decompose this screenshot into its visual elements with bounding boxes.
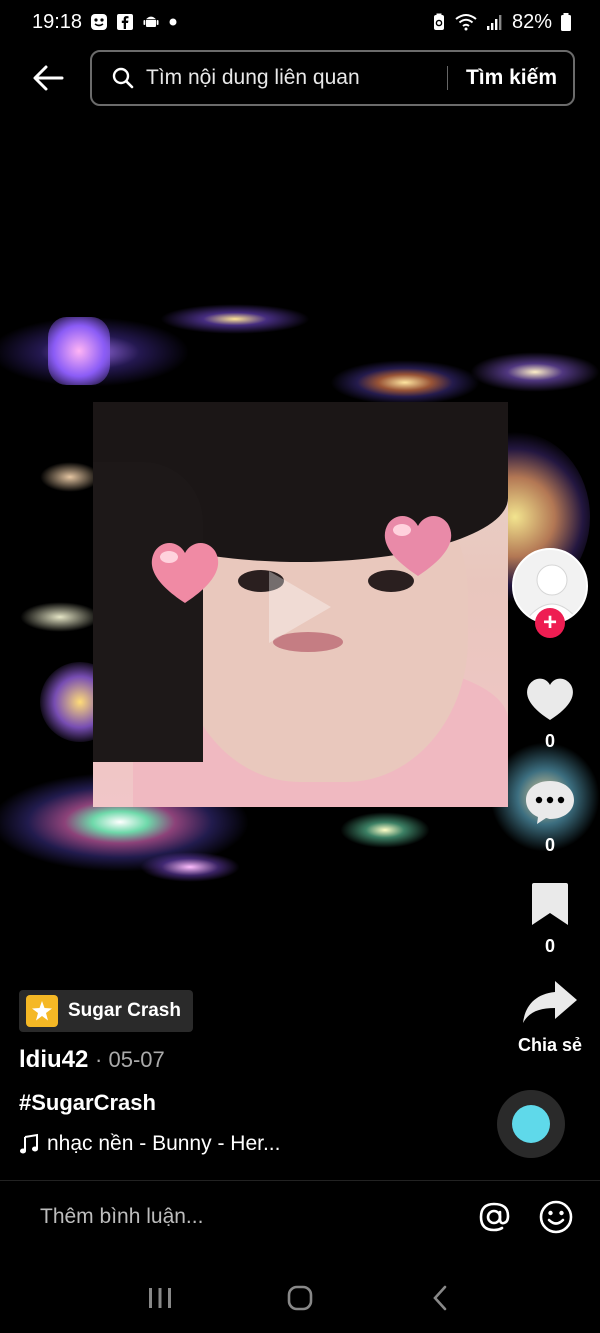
- sparkle-decoration: [20, 602, 100, 632]
- sparkle-decoration: [340, 812, 430, 848]
- music-title: nhạc nền - Bunny - Her...: [47, 1132, 281, 1155]
- heart-sticker-icon: [384, 515, 452, 576]
- author-line: ldiu42 · 05-07: [19, 1046, 165, 1074]
- follow-button[interactable]: +: [535, 608, 565, 638]
- effect-tag[interactable]: Sugar Crash: [19, 990, 193, 1032]
- comment-count: 0: [544, 835, 555, 855]
- sparkle-decoration: [40, 462, 100, 492]
- smiley-icon: [539, 1200, 573, 1233]
- comment-input[interactable]: Thêm bình luận...: [40, 1205, 452, 1229]
- facebook-icon: [116, 13, 134, 31]
- system-nav-bar: [0, 1262, 600, 1333]
- music-link[interactable]: nhạc nền - Bunny - Her...: [19, 1132, 280, 1156]
- heart-sticker-icon: [151, 542, 219, 603]
- effect-name: Sugar Crash: [68, 1000, 181, 1021]
- effect-logo-icon: [26, 995, 58, 1027]
- sparkle-decoration: [330, 360, 480, 405]
- search-input[interactable]: Tìm nội dung liên quan: [146, 66, 429, 90]
- share-arrow-icon: [523, 981, 577, 1023]
- chevron-left-icon: [433, 1285, 447, 1310]
- comment-bar: Thêm bình luận...: [0, 1180, 600, 1252]
- sparkle-decoration: [470, 352, 600, 392]
- author-username[interactable]: ldiu42: [19, 1046, 88, 1073]
- back-nav-button[interactable]: [420, 1278, 460, 1318]
- search-icon: [112, 67, 134, 89]
- battery-saver-icon: [432, 13, 446, 31]
- at-icon: [479, 1202, 510, 1231]
- play-icon[interactable]: [265, 567, 335, 647]
- save-button[interactable]: 0: [510, 881, 590, 957]
- emoji-button[interactable]: [536, 1197, 576, 1237]
- signal-icon: [486, 13, 504, 31]
- home-icon: [287, 1285, 313, 1310]
- comment-bubble-icon: [526, 781, 574, 824]
- recent-apps-button[interactable]: [140, 1278, 180, 1318]
- mention-button[interactable]: [474, 1197, 514, 1237]
- battery-icon: [560, 12, 572, 32]
- home-button[interactable]: [280, 1278, 320, 1318]
- status-time: 19:18: [32, 10, 83, 33]
- like-count: 0: [544, 731, 555, 751]
- sparkle-decoration: [48, 317, 110, 385]
- search-submit-button[interactable]: Tìm kiếm: [466, 66, 557, 90]
- wifi-icon: [454, 13, 478, 31]
- like-button[interactable]: 0: [510, 676, 590, 752]
- android-icon: [142, 13, 160, 31]
- plus-icon: +: [542, 609, 557, 636]
- search-bar[interactable]: Tìm nội dung liên quan Tìm kiếm: [90, 50, 575, 106]
- video-subject-hair: [93, 462, 203, 762]
- recent-apps-icon: [149, 1287, 171, 1308]
- heart-icon: [527, 678, 573, 720]
- comment-button[interactable]: 0: [510, 778, 590, 856]
- notification-face-icon: [90, 13, 108, 31]
- hashtag-link[interactable]: #SugarCrash: [19, 1090, 156, 1116]
- bookmark-icon: [532, 883, 568, 925]
- arrow-left-icon: [33, 65, 64, 91]
- search-divider: [446, 66, 448, 90]
- save-count: 0: [544, 936, 555, 956]
- post-date: · 05-07: [95, 1047, 165, 1072]
- battery-percentage: 82%: [511, 10, 552, 33]
- back-button[interactable]: [24, 56, 72, 100]
- notification-dot-icon: [168, 17, 178, 27]
- sound-disc-button[interactable]: [497, 1090, 565, 1158]
- sparkle-decoration: [160, 304, 310, 334]
- status-bar: 19:18 82%: [0, 0, 600, 44]
- sparkle-decoration: [140, 852, 240, 882]
- share-label: Chia sẻ: [517, 1035, 583, 1055]
- sound-disc-icon: [512, 1105, 550, 1143]
- share-button[interactable]: Chia sẻ: [510, 978, 590, 1056]
- music-note-icon: [20, 1133, 38, 1154]
